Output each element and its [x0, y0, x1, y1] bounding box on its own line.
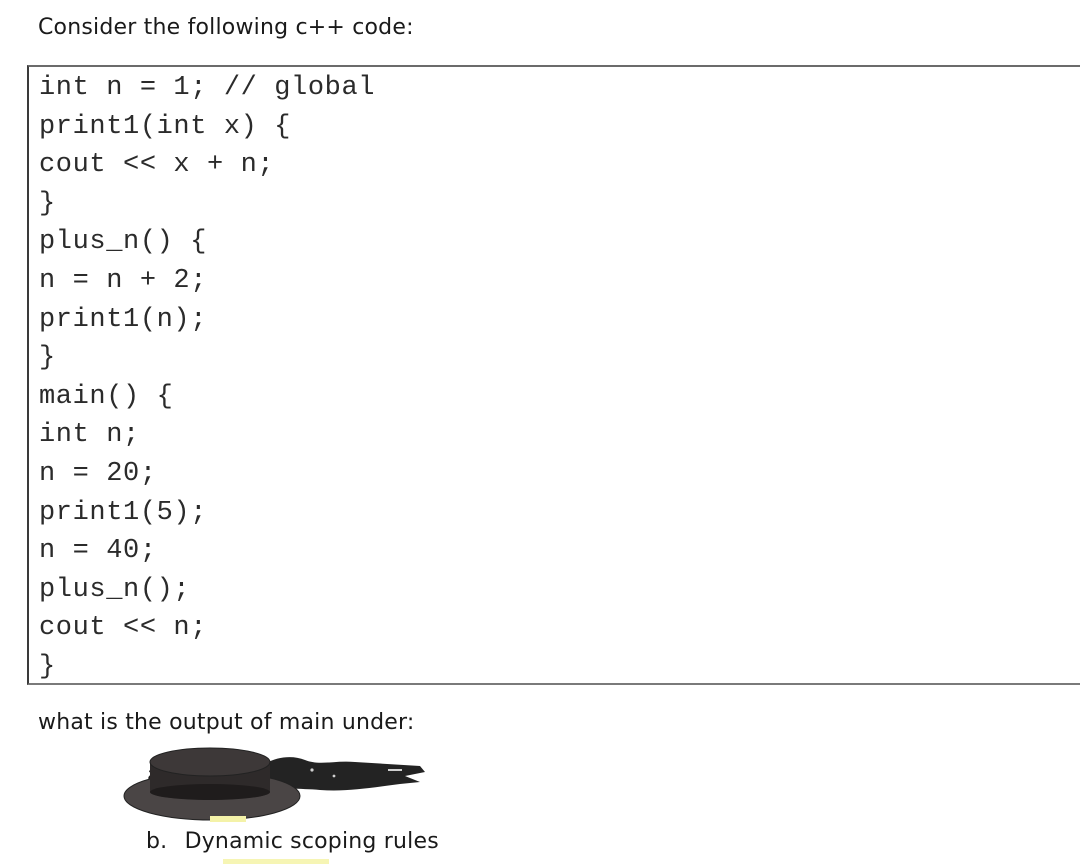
option-letter: b. [146, 829, 168, 854]
code-line: cout << x + n; [39, 150, 275, 181]
code-lines: int n = 1; // global print1(int x) { cou… [39, 69, 375, 687]
intro-text: Consider the following c++ code: [38, 15, 414, 40]
code-line: print1(5); [39, 497, 208, 528]
code-line: } [39, 188, 56, 219]
code-line: int n = 1; // global [39, 73, 376, 103]
code-line: main() { [39, 381, 174, 412]
code-line: n = 20; [39, 458, 157, 489]
option-b: b. Dynamic scoping rules [146, 826, 439, 864]
code-line: } [39, 651, 56, 682]
code-block: int n = 1; // global print1(int x) { cou… [27, 65, 1080, 685]
code-line: print1(n); [39, 304, 208, 335]
code-line: cout << n; [39, 613, 208, 644]
code-line: n = 40; [39, 536, 157, 567]
code-line: plus_n(); [39, 574, 191, 605]
option-text: Dynamic scoping rules [184, 829, 439, 864]
code-line: } [39, 343, 56, 374]
code-line: print1(int x) { [39, 111, 292, 142]
text-highlight [222, 859, 329, 864]
code-line: n = n + 2; [39, 265, 208, 296]
option-label: Dynamic scoping rules [184, 829, 439, 854]
hat-top [149, 747, 271, 777]
question-text: what is the output of main under: [38, 710, 415, 735]
hat-icon [123, 747, 425, 822]
code-line: int n; [39, 420, 140, 451]
code-line: plus_n() { [39, 227, 208, 258]
